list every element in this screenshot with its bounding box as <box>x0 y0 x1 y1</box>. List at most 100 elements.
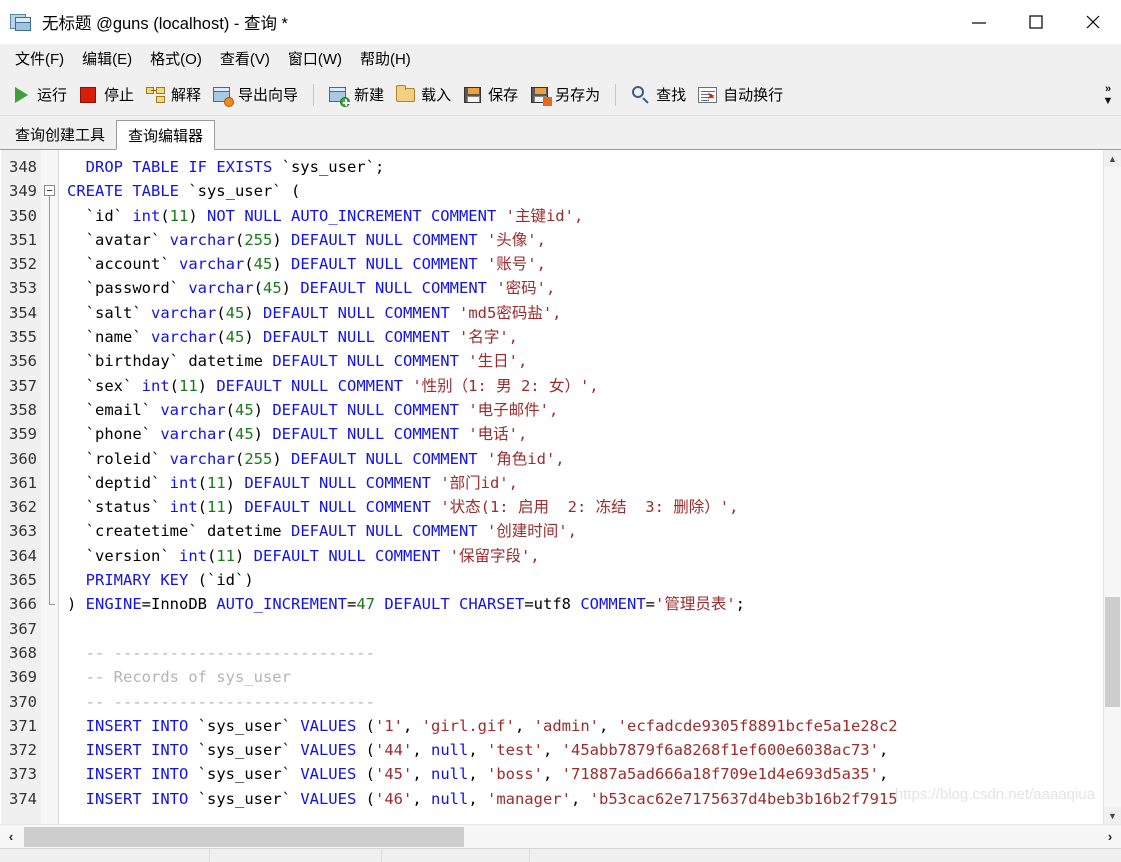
explain-button[interactable]: 解释 <box>140 81 207 108</box>
code-token-str: '主键id', <box>496 206 584 225</box>
vertical-scroll-thumb[interactable] <box>1105 597 1120 707</box>
horizontal-scroll-thumb[interactable] <box>24 826 464 847</box>
code-token-pln: , <box>598 716 618 735</box>
fold-collapse-icon[interactable] <box>44 185 55 197</box>
fold-marker <box>41 446 58 471</box>
line-number: 356 <box>9 352 37 371</box>
code-token-pln: `version` <box>67 546 179 565</box>
code-token-pln: `createtime` <box>67 522 207 541</box>
load-button[interactable]: 载入 <box>390 81 457 108</box>
word-wrap-button[interactable]: ➤ 自动换行 <box>692 81 789 108</box>
code-line[interactable]: -- ---------------------------- <box>67 690 1103 714</box>
code-line[interactable]: `salt` varchar(45) DEFAULT NULL COMMENT … <box>67 301 1103 325</box>
menu-item-window[interactable]: 窗口(W) <box>279 45 351 72</box>
code-editor[interactable]: 348 349 350 351 352 353 354 355 356 357 358 359 360 3… <box>1 150 1103 824</box>
line-number: 364 <box>9 546 37 565</box>
status-cell-1 <box>0 849 210 862</box>
close-icon[interactable] <box>1064 0 1121 44</box>
code-token-pln: ( <box>356 789 375 808</box>
code-line[interactable]: `status` int(11) DEFAULT NULL COMMENT '状… <box>67 495 1103 519</box>
maximize-icon[interactable] <box>1007 0 1064 44</box>
line-number: 363 <box>9 522 37 541</box>
code-line[interactable]: INSERT INTO `sys_user` VALUES ('45', nul… <box>67 762 1103 786</box>
code-line[interactable]: -- ---------------------------- <box>67 641 1103 665</box>
code-line[interactable]: `email` varchar(45) DEFAULT NULL COMMENT… <box>67 398 1103 422</box>
horizontal-scrollbar[interactable]: ‹ › <box>0 824 1121 848</box>
sql-code-content[interactable]: DROP TABLE IF EXISTS `sys_user`; CREATE T… <box>59 150 1103 824</box>
menu-item-edit[interactable]: 编辑(E) <box>73 45 141 72</box>
code-token-pln: ( <box>356 716 375 735</box>
code-line[interactable]: `account` varchar(45) DEFAULT NULL COMME… <box>67 252 1103 276</box>
scroll-up-arrow-icon[interactable]: ▲ <box>1104 150 1121 167</box>
code-line[interactable]: `deptid` int(11) DEFAULT NULL COMMENT '部… <box>67 471 1103 495</box>
code-line[interactable]: `phone` varchar(45) DEFAULT NULL COMMENT… <box>67 422 1103 446</box>
explain-button-label: 解释 <box>171 87 202 104</box>
code-token-kw: DEFAULT NULL COMMENT <box>300 279 487 298</box>
export-wizard-button[interactable]: 导出向导 <box>207 81 304 108</box>
stop-button[interactable]: 停止 <box>73 81 140 108</box>
horizontal-scroll-track[interactable] <box>22 826 1099 848</box>
tab-query-editor[interactable]: 查询编辑器 <box>116 120 216 150</box>
minimize-icon[interactable] <box>950 0 1007 44</box>
code-line[interactable]: INSERT INTO `sys_user` VALUES ('46', nul… <box>67 787 1103 811</box>
code-line[interactable]: `createtime` datetime DEFAULT NULL COMME… <box>67 519 1103 543</box>
code-token-pln: ( <box>244 255 254 274</box>
scroll-left-arrow-icon[interactable]: ‹ <box>0 826 22 848</box>
save-button[interactable]: 保存 <box>457 81 524 108</box>
status-cell-2 <box>210 849 382 862</box>
save-as-button[interactable]: 另存为 <box>524 81 606 108</box>
menu-item-file[interactable]: 文件(F) <box>6 45 73 72</box>
code-token-kw: INSERT INTO <box>85 716 189 735</box>
code-line[interactable]: DROP TABLE IF EXISTS `sys_user`; <box>67 155 1103 179</box>
menu-item-format[interactable]: 格式(O) <box>141 45 211 72</box>
new-button[interactable]: 新建 <box>323 81 390 108</box>
code-token-str: '45abb7879f6a8268f1ef600e6038ac73' <box>561 741 879 760</box>
scroll-right-arrow-icon[interactable]: › <box>1099 826 1121 848</box>
window-title: 无标题 @guns (localhost) - 查询 * <box>42 15 288 33</box>
tab-query-builder[interactable]: 查询创建工具 <box>4 119 117 149</box>
code-folding-column[interactable] <box>41 150 59 824</box>
code-token-kw: null <box>430 789 469 808</box>
code-token-kw: varchar <box>160 425 226 444</box>
code-line[interactable]: `roleid` varchar(255) DEFAULT NULL COMME… <box>67 447 1103 471</box>
code-token-pln: ( <box>216 303 226 322</box>
code-token-pln: `status` <box>67 498 170 517</box>
line-number: 357 <box>9 376 37 395</box>
run-button[interactable]: 运行 <box>6 81 73 108</box>
fold-marker <box>41 519 58 544</box>
code-line[interactable]: `avatar` varchar(255) DEFAULT NULL COMME… <box>67 228 1103 252</box>
code-line[interactable]: `password` varchar(45) DEFAULT NULL COMM… <box>67 276 1103 300</box>
code-line[interactable]: INSERT INTO `sys_user` VALUES ('1', 'gir… <box>67 714 1103 738</box>
line-number: 361 <box>9 473 37 492</box>
vertical-scrollbar[interactable]: ▲ ▼ <box>1103 150 1121 824</box>
code-line[interactable]: `sex` int(11) DEFAULT NULL COMMENT '性别（1… <box>67 374 1103 398</box>
vertical-scroll-track[interactable] <box>1104 167 1121 807</box>
code-line[interactable]: ) ENGINE=InnoDB AUTO_INCREMENT=47 DEFAUL… <box>67 592 1103 616</box>
scroll-down-arrow-icon[interactable]: ▼ <box>1104 807 1121 824</box>
code-line[interactable]: `id` int(11) NOT NULL AUTO_INCREMENT COM… <box>67 204 1103 228</box>
code-token-kw: DEFAULT CHARSET <box>384 595 525 614</box>
menu-item-view[interactable]: 查看(V) <box>211 45 279 72</box>
code-line[interactable]: PRIMARY KEY (`id`) <box>67 568 1103 592</box>
code-line[interactable]: `name` varchar(45) DEFAULT NULL COMMENT … <box>67 325 1103 349</box>
code-line[interactable]: `version` int(11) DEFAULT NULL COMMENT '… <box>67 544 1103 568</box>
line-number: 348 <box>9 158 37 176</box>
code-token-pln: ) <box>281 279 301 298</box>
menu-item-help[interactable]: 帮助(H) <box>351 45 420 72</box>
find-button[interactable]: 查找 <box>625 81 692 108</box>
line-number: 349 <box>9 182 37 201</box>
code-token-kw: int <box>169 498 198 517</box>
toolbar-overflow-button[interactable]: » ▼ <box>1097 74 1119 116</box>
line-number: 368 <box>9 643 37 662</box>
code-line[interactable]: `birthday` datetime DEFAULT NULL COMMENT… <box>67 349 1103 373</box>
code-line[interactable]: INSERT INTO `sys_user` VALUES ('44', nul… <box>67 738 1103 762</box>
code-line[interactable] <box>67 617 1103 641</box>
code-token-kw: varchar <box>151 328 217 347</box>
code-line[interactable]: CREATE TABLE `sys_user` ( <box>67 179 1103 203</box>
code-line[interactable]: -- Records of sys_user <box>67 665 1103 689</box>
code-token-str: '账号', <box>477 255 546 274</box>
code-token-num: 45 <box>263 279 282 298</box>
search-icon <box>631 85 651 105</box>
fold-marker[interactable] <box>41 179 58 205</box>
line-number: 358 <box>9 400 37 419</box>
